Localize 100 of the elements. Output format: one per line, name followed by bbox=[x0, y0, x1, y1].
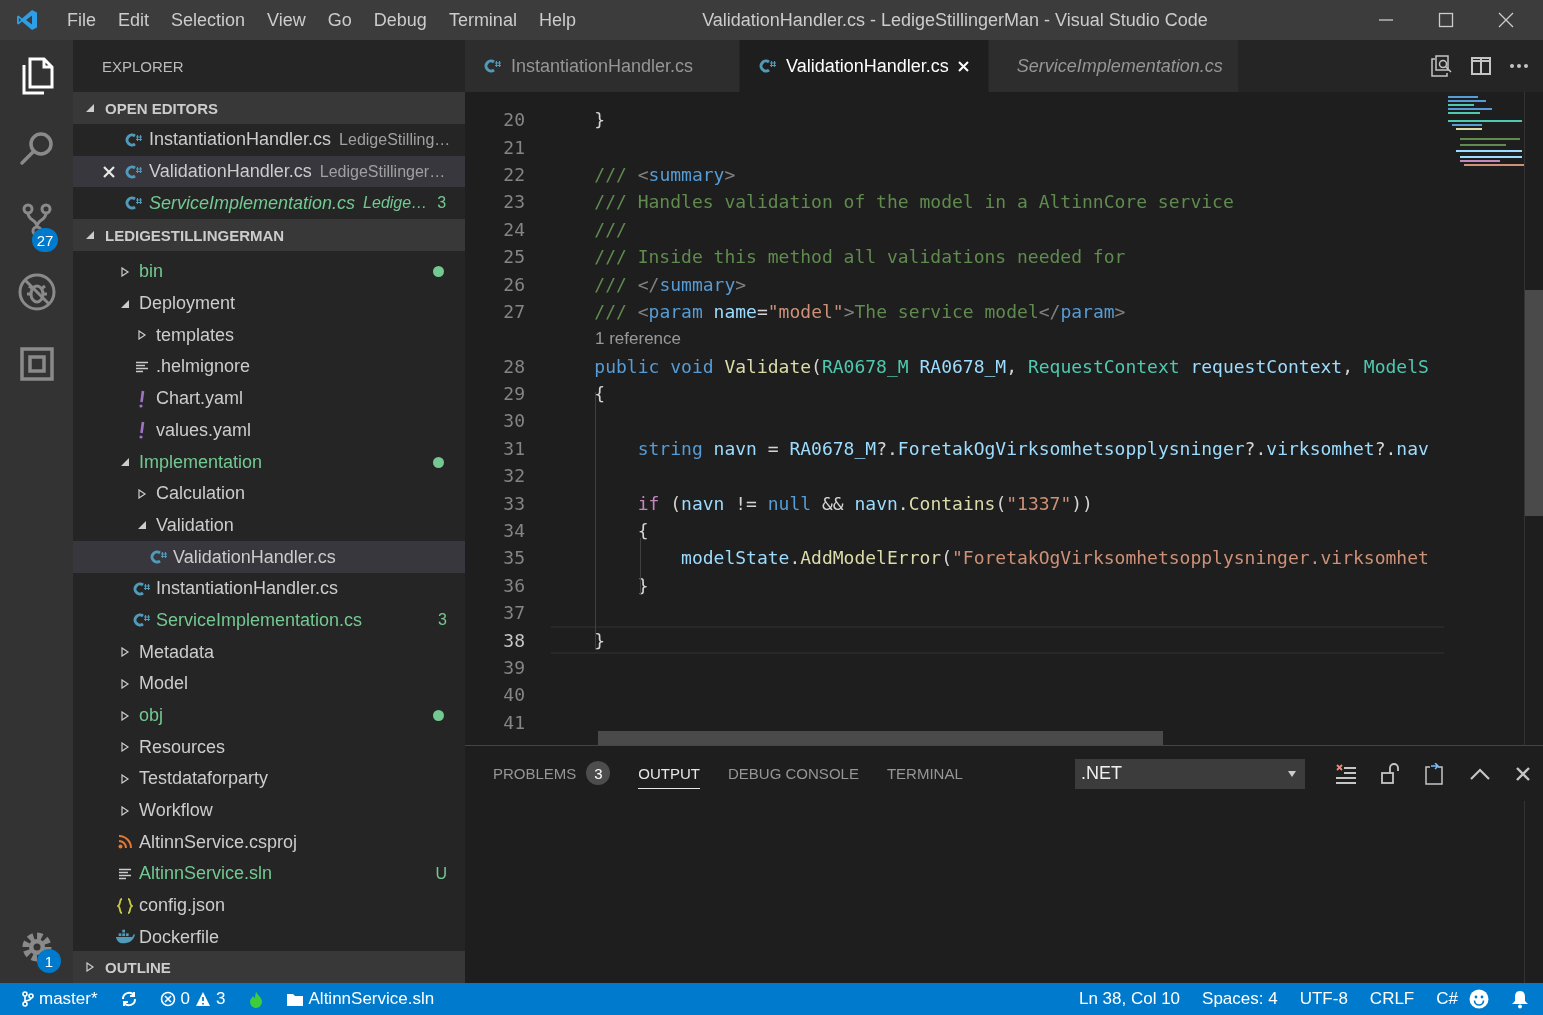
extensions-icon[interactable] bbox=[19, 347, 54, 381]
file-name: Metadata bbox=[139, 641, 215, 663]
bell-icon[interactable] bbox=[1511, 989, 1529, 1009]
app-logo-icon bbox=[16, 9, 38, 31]
panel-tab[interactable]: PROBLEMS 3 bbox=[493, 755, 611, 792]
open-editor-item[interactable]: ValidationHandler.cs LedigeStillinger… bbox=[73, 155, 465, 188]
panel-tab[interactable]: OUTPUT bbox=[638, 758, 701, 789]
line-number: 24 bbox=[502, 218, 525, 240]
file-path: Ledige… bbox=[363, 194, 428, 213]
menu-item[interactable]: Selection bbox=[160, 9, 257, 31]
search-icon[interactable] bbox=[18, 130, 55, 166]
file-name: .helmignore bbox=[156, 356, 251, 378]
line-number: 22 bbox=[502, 163, 525, 185]
menu-item[interactable]: Debug bbox=[362, 9, 438, 31]
more-icon[interactable] bbox=[1509, 63, 1529, 69]
split-editor-icon[interactable] bbox=[1471, 57, 1491, 75]
tree-item[interactable]: Validation bbox=[73, 509, 465, 542]
tree-item[interactable]: AltinnService.sln U bbox=[73, 858, 465, 890]
menu-item[interactable]: View bbox=[256, 9, 317, 31]
tree-item[interactable]: values.yaml bbox=[73, 414, 465, 447]
close-icon[interactable] bbox=[1498, 12, 1514, 28]
tree-item[interactable]: templates bbox=[73, 319, 465, 352]
chevron-up-icon[interactable] bbox=[1469, 766, 1491, 781]
editor-tab[interactable]: ServiceImplementation.cs bbox=[988, 40, 1239, 92]
section-header[interactable]: OUTLINE bbox=[73, 951, 465, 983]
status-item[interactable]: Spaces: 4 bbox=[1191, 989, 1289, 1009]
count-badge: 27 bbox=[32, 228, 58, 252]
window-title: ValidationHandler.cs - LedigeStillingerMan - Visual Studio Code bbox=[701, 9, 1209, 31]
open-editor-item[interactable]: ServiceImplementation.cs Ledige… 3 bbox=[73, 187, 465, 220]
close-icon[interactable] bbox=[1515, 765, 1531, 782]
scrollbar-thumb[interactable] bbox=[598, 731, 1163, 745]
section-header[interactable]: OPEN EDITORS bbox=[73, 92, 465, 124]
code-line: public void Validate(RA0678_M RA0678_M, RequestContext requestContext, ModelS bbox=[593, 355, 1429, 377]
menu-item[interactable]: Terminal bbox=[437, 9, 528, 31]
code-line: if (navn != null && navn.Contains("1337")) bbox=[636, 492, 1093, 514]
tree-item[interactable]: Deployment bbox=[73, 287, 465, 320]
clear-output-icon[interactable] bbox=[1335, 762, 1357, 785]
line-number: 34 bbox=[502, 520, 525, 542]
line-number: 38 bbox=[502, 629, 525, 651]
line-number: 39 bbox=[502, 657, 525, 678]
editor-tab[interactable]: InstantiationHandler.cs bbox=[465, 40, 740, 92]
status-item[interactable]: C# bbox=[1425, 989, 1469, 1009]
scrollbar-thumb[interactable] bbox=[1525, 290, 1543, 516]
line-number: 21 bbox=[502, 136, 525, 158]
exclamation-icon bbox=[138, 389, 146, 408]
file-name: values.yaml bbox=[156, 419, 252, 441]
no-bug-icon[interactable] bbox=[16, 272, 57, 312]
status-item[interactable]: UTF-8 bbox=[1288, 989, 1359, 1009]
rss-icon bbox=[118, 835, 132, 850]
tree-item[interactable]: Model bbox=[73, 668, 465, 700]
tree-item[interactable]: bin bbox=[73, 256, 465, 288]
tree-item[interactable]: ValidationHandler.cs bbox=[73, 541, 465, 573]
tree-item[interactable]: .helmignore bbox=[73, 351, 465, 383]
line-number: 25 bbox=[502, 246, 525, 268]
code-line: /// Handles validation of the model in a AltinnCore service bbox=[593, 191, 1234, 213]
codelens-link[interactable]: 1 reference bbox=[551, 328, 681, 349]
status-item[interactable]: CRLF bbox=[1358, 989, 1426, 1009]
sync-icon[interactable] bbox=[119, 991, 138, 1007]
tree-item[interactable]: InstantiationHandler.cs bbox=[73, 572, 465, 605]
tree-item[interactable]: AltinnService.csproj bbox=[73, 826, 465, 859]
panel-tab[interactable]: TERMINAL bbox=[886, 758, 963, 789]
tree-item[interactable]: Metadata bbox=[73, 636, 465, 668]
tree-item[interactable]: Testdataforparty bbox=[73, 763, 465, 795]
source-control-icon[interactable] bbox=[21, 203, 52, 237]
tree-item[interactable]: Resources bbox=[73, 731, 465, 764]
menu-item[interactable]: Go bbox=[316, 9, 363, 31]
line-number: 41 bbox=[502, 711, 525, 733]
open-editor-item[interactable]: InstantiationHandler.cs LedigeStilling… bbox=[73, 124, 465, 156]
tree-item[interactable]: Workflow bbox=[73, 794, 465, 827]
tree-item[interactable]: obj bbox=[73, 699, 465, 732]
editor-tab[interactable]: ValidationHandler.cs bbox=[740, 40, 989, 92]
line-number: 35 bbox=[502, 547, 525, 569]
open-changes-icon[interactable] bbox=[1431, 55, 1453, 77]
tree-item[interactable]: ServiceImplementation.cs 3 bbox=[73, 604, 465, 637]
status-item[interactable]: Ln 38, Col 10 bbox=[1067, 989, 1192, 1009]
open-file-icon[interactable] bbox=[1425, 762, 1445, 785]
maximize-icon[interactable] bbox=[1438, 12, 1454, 28]
line-number: 20 bbox=[502, 109, 525, 131]
tree-item[interactable]: Implementation bbox=[73, 446, 465, 478]
section-header[interactable]: LEDIGESTILLINGERMAN bbox=[73, 219, 465, 252]
smiley-icon[interactable] bbox=[1469, 989, 1489, 1009]
file-name: Resources bbox=[139, 736, 226, 758]
lock-icon[interactable] bbox=[1381, 762, 1401, 785]
problems-indicator[interactable]: 0 3 bbox=[159, 989, 226, 1009]
section-title: LEDIGESTILLINGERMAN bbox=[105, 226, 285, 244]
tree-item[interactable]: config.json bbox=[73, 889, 465, 922]
panel-tab[interactable]: DEBUG CONSOLE bbox=[728, 758, 859, 789]
tree-item[interactable]: Calculation bbox=[73, 477, 465, 510]
branch-indicator[interactable]: master* bbox=[22, 989, 98, 1009]
file-name: bin bbox=[139, 261, 164, 283]
code-line: /// <param name="model">The service model</param> bbox=[593, 300, 1126, 322]
tree-item[interactable]: Dockerfile bbox=[73, 921, 465, 951]
solution-indicator[interactable]: AltinnService.sln bbox=[285, 989, 435, 1009]
menu-item[interactable]: Help bbox=[527, 9, 587, 31]
line-number: 32 bbox=[502, 465, 525, 487]
output-channel-dropdown[interactable]: .NET bbox=[1075, 758, 1305, 789]
menu-item[interactable]: File bbox=[56, 9, 107, 31]
menu-item[interactable]: Edit bbox=[107, 9, 161, 31]
line-number: 40 bbox=[502, 684, 525, 706]
tree-item[interactable]: Chart.yaml bbox=[73, 382, 465, 415]
